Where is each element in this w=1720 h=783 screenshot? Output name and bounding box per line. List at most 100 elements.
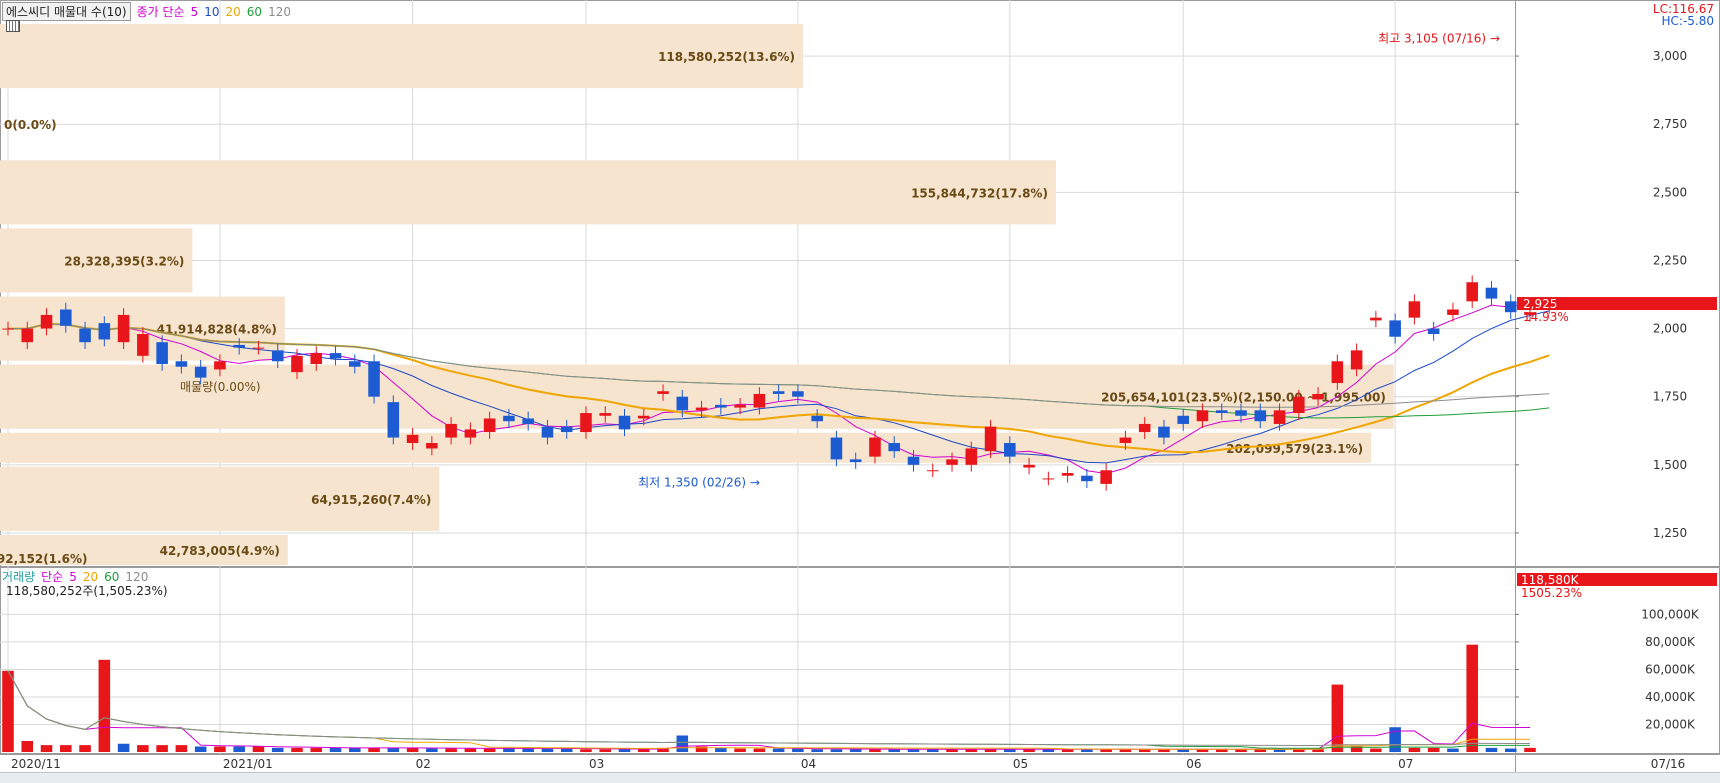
candle-body [1158,426,1170,438]
volume-ma-line-20 [7,670,1530,750]
volume-bar [1466,644,1478,752]
volume-bar [175,745,188,752]
candle-body [271,350,284,362]
volume-ma-line-5 [7,670,1530,750]
volume-bar [291,747,303,752]
volume-tick-label: 40,000K [1645,690,1696,704]
volume-bar [233,746,245,752]
last-volume-change: 1505.23% [1521,586,1582,600]
candle-body [137,334,149,356]
volume-profile-label: 14,092,152(1.6%) [0,552,87,566]
candle-body [291,355,303,373]
price-tick-label: 2,500 [1653,185,1687,199]
candle-body [1331,361,1344,384]
volume-bar [483,748,496,752]
volume-ma-line-120 [7,670,1530,746]
candle-body [1466,282,1478,302]
candle-body [503,415,515,422]
candle-body [368,361,380,397]
volume-profile-label: 64,915,260(7.4%) [311,493,431,507]
candle-body [1408,301,1421,318]
candle-body [618,415,631,430]
candle-body [2,328,14,330]
volume-bar [349,747,361,752]
candle-body [387,402,400,438]
x-tick-label: 2021/01 [223,757,273,771]
candle-body [252,347,265,349]
volume-tick-label: 60,000K [1645,662,1696,676]
volume-profile-label: 28,328,395(3.2%) [64,254,184,268]
x-tick-label: 07 [1398,757,1413,771]
volume-bar [792,748,804,752]
x-tick-label: 06 [1186,757,1201,771]
price-tick-label: 2,250 [1653,253,1687,267]
candle-body [946,459,958,465]
candle-body [734,404,746,408]
candle-body [541,426,554,438]
volume-bar [1447,748,1459,752]
candle-body [1504,301,1517,313]
candle-body [984,426,997,452]
volume-bar [580,749,592,752]
candle-body [849,459,862,463]
candle-body [1254,410,1267,422]
candle-body [657,391,669,394]
candle-body [1273,410,1286,424]
volume-bar [426,748,438,752]
volume-bar [676,735,689,752]
candle-body [79,328,91,343]
volume-last-value: 118,580,252주(1,505.23%) [6,584,168,598]
volume-bar [40,745,53,752]
candle-body [194,366,207,378]
volume-bar [464,748,477,752]
candle-body [792,391,804,397]
candle-body [1447,309,1459,315]
volume-profile-label: 118,580,252(13.6%) [658,50,795,64]
candle-body [1061,472,1074,476]
volume-bar [117,743,130,752]
price-tick-label: 1,250 [1653,526,1687,540]
candle-body [1350,350,1363,370]
volume-bar [849,749,862,752]
candle-body [522,418,534,424]
ma-legend-20: 20 [225,4,241,19]
price-tick-label: 1,750 [1653,390,1687,404]
volume-bar [98,659,111,752]
candle-body [1100,470,1112,484]
volume-profile-bar [0,160,1056,225]
volume-tick-label: 80,000K [1645,635,1696,649]
candle-body [233,344,245,348]
volume-bar [1504,748,1517,752]
candle-body [907,456,920,465]
chart-settings-icon[interactable] [6,20,20,32]
volume-bar [560,748,573,752]
candle-body [965,448,978,465]
candle-body [1138,423,1151,433]
candle-body [1119,437,1132,444]
candle-body [772,391,785,394]
volume-profile-annotation: 매물량(0.00%) [180,380,261,394]
volume-bar [772,748,785,752]
volume-bar [1370,748,1382,752]
volume-profile-label: 155,844,732(17.8%) [911,186,1048,200]
ma-legend-label: 종가 단순 [136,5,185,19]
candle-body [676,396,689,411]
candle-body [406,434,419,444]
x-tick-label: 02 [416,757,431,771]
volume-bar [1485,747,1498,752]
candle-body [830,437,843,460]
volume-bar [60,745,72,752]
candle-body [599,413,612,416]
candle-body [445,423,457,438]
price-legend-title[interactable]: 에스씨디 매물대 수(10) [2,2,131,21]
candle-body [349,361,361,367]
high-annotation: 최고 3,105 (07/16) → [1378,31,1500,45]
candle-body [926,470,939,472]
horizontal-scrollbar[interactable] [0,772,1720,783]
volume-bar [541,748,554,752]
candle-body [117,314,130,343]
price-legend: 에스씨디 매물대 수(10) 종가 단순 5 10 20 60 120 [2,2,291,21]
volume-bar [271,747,284,752]
candle-body [811,415,823,422]
candle-body [869,437,881,457]
